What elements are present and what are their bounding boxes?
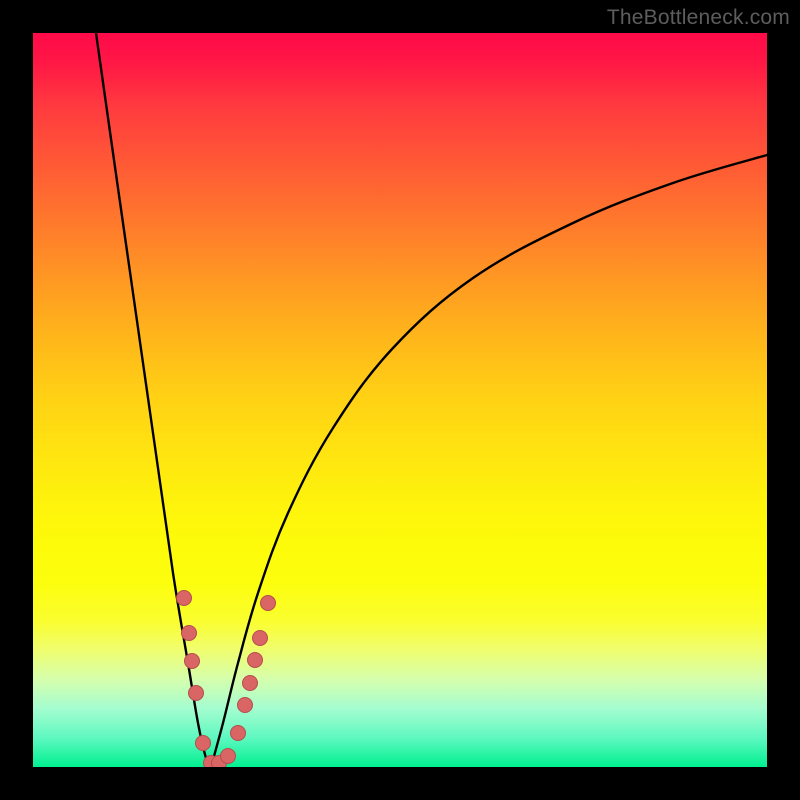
data-marker	[260, 595, 276, 611]
chart-frame: TheBottleneck.com	[0, 0, 800, 800]
plot-area	[33, 33, 767, 767]
data-marker	[230, 725, 246, 741]
data-marker	[184, 653, 200, 669]
data-marker	[188, 685, 204, 701]
watermark-text: TheBottleneck.com	[607, 6, 790, 30]
data-marker	[247, 652, 263, 668]
data-marker	[181, 625, 197, 641]
data-marker	[220, 748, 236, 764]
data-marker	[242, 675, 258, 691]
data-marker	[176, 590, 192, 606]
data-marker	[195, 735, 211, 751]
data-marker	[252, 630, 268, 646]
data-marker	[237, 697, 253, 713]
bottleneck-curve	[33, 33, 767, 767]
